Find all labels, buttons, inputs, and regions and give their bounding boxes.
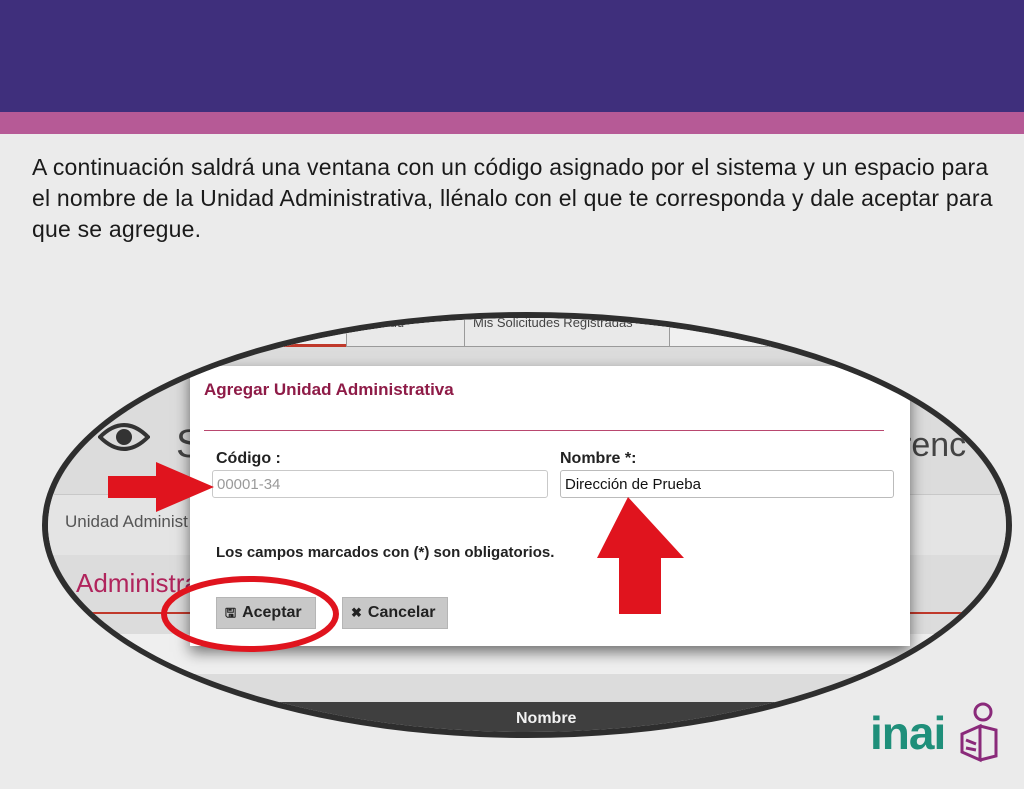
annotation-layer	[108, 462, 998, 763]
inai-logo-text: inai	[870, 707, 946, 759]
accept-highlight-circle	[161, 576, 339, 652]
inai-logo-icon	[960, 702, 998, 763]
arrow-up-annotation	[597, 497, 684, 614]
arrow-right-annotation	[108, 462, 214, 512]
